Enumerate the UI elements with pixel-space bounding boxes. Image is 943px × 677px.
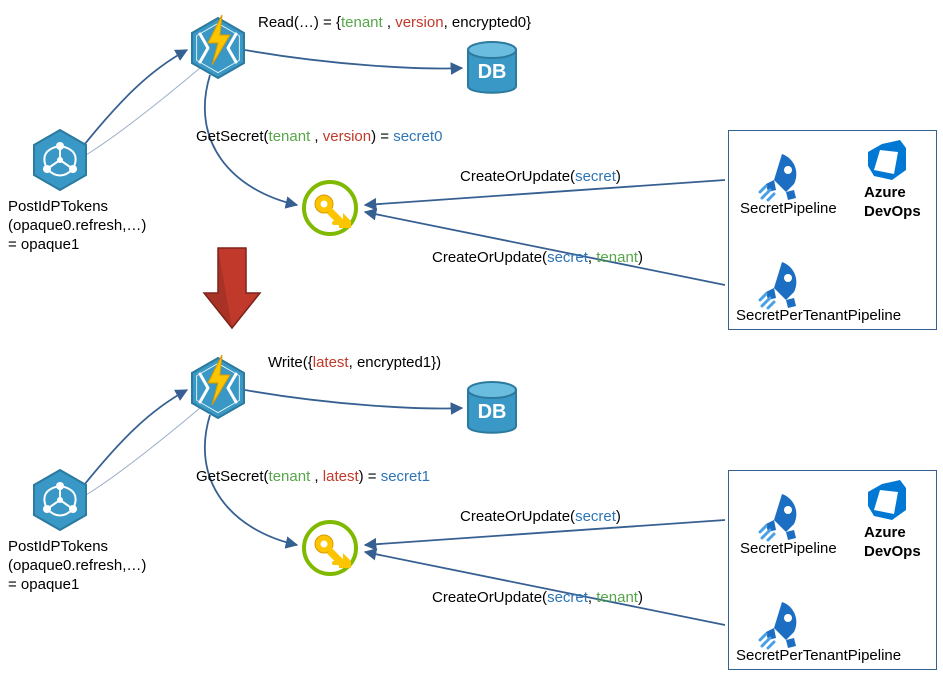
keyvault-icon-top [304, 182, 356, 234]
createorupdate1-label-top: CreateOrUpdate(secret) [460, 168, 621, 187]
postidp-label-bot: PostIdPTokens (opaque0.refresh,…) = opaq… [8, 538, 146, 594]
secretpipeline-label-bot: SecretPipeline [740, 540, 837, 559]
createorupdate2-label-top: CreateOrUpdate(secret, tenant) [432, 249, 643, 268]
createorupdate2-label-bot: CreateOrUpdate(secret, tenant) [432, 589, 643, 608]
keyvault-icon-bot [304, 522, 356, 574]
connector-apim-fn-bot [80, 390, 187, 490]
connector-fn-db-top [245, 50, 462, 68]
secretpertenant-label-bot: SecretPerTenantPipeline [736, 647, 901, 666]
read-label-top: Read(…) = {tenant , version, encrypted0} [258, 14, 531, 33]
getsecret-label-top: GetSecret(tenant , version) = secret0 [196, 128, 442, 147]
createorupdate1-label-bot: CreateOrUpdate(secret) [460, 508, 621, 527]
connector-apim-fn-top [80, 50, 187, 150]
apim-icon-top [34, 130, 86, 190]
pipeline-box-bot [728, 470, 937, 670]
secretpipeline-label-top: SecretPipeline [740, 200, 837, 219]
azure-devops-label-bot: AzureDevOps [864, 524, 921, 562]
db-icon-top [468, 42, 516, 93]
postidp-label-top: PostIdPTokens (opaque0.refresh,…) = opaq… [8, 198, 146, 254]
azure-devops-label-top: AzureDevOps [864, 184, 921, 222]
write-label-bot: Write({latest, encrypted1}) [268, 354, 441, 373]
big-red-arrow [204, 248, 260, 328]
db-icon-bot [468, 382, 516, 433]
apim-icon-bot [34, 470, 86, 530]
getsecret-label-bot: GetSecret(tenant , latest) = secret1 [196, 468, 430, 487]
pipeline-box-top [728, 130, 937, 330]
secretpertenant-label-top: SecretPerTenantPipeline [736, 307, 901, 326]
connector-fn-db-bot [245, 390, 462, 408]
